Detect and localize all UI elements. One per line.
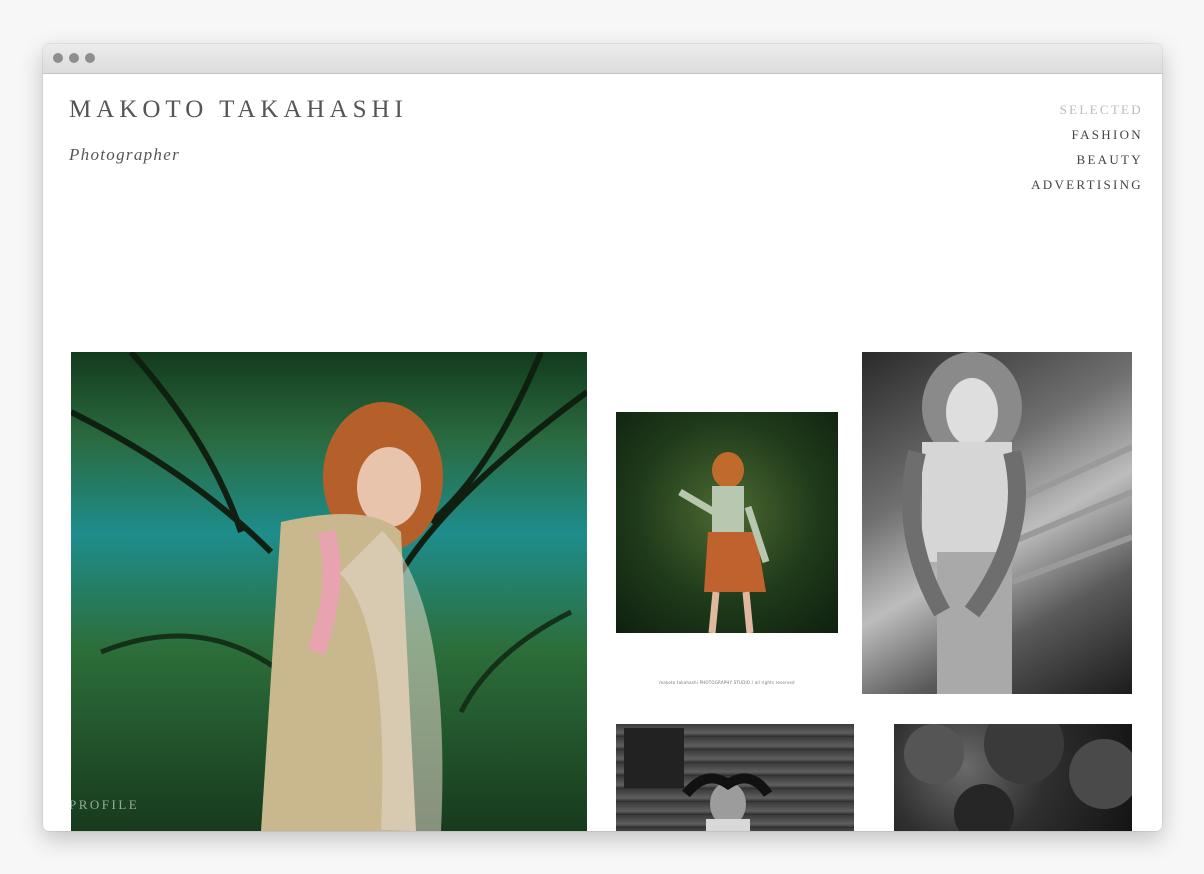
nav-item-fashion[interactable]: FASHION: [1031, 122, 1143, 147]
nav-item-beauty[interactable]: BEAUTY: [1031, 147, 1143, 172]
gallery-photo-plaid-dress-forest[interactable]: [616, 412, 838, 633]
photo-illustration: [71, 352, 587, 831]
site-title[interactable]: MAKOTO TAKAHASHI: [69, 96, 408, 124]
browser-window: MAKOTO TAKAHASHI Photographer SELECTED F…: [43, 44, 1162, 831]
window-minimize-dot-icon[interactable]: [69, 53, 79, 63]
window-maximize-dot-icon[interactable]: [85, 53, 95, 63]
main-nav: SELECTED FASHION BEAUTY ADVERTISING: [1031, 97, 1143, 197]
photo-illustration: [901, 352, 1132, 694]
nav-item-advertising[interactable]: ADVERTISING: [1031, 172, 1143, 197]
photo-illustration: [678, 452, 770, 633]
gallery-photo-bw-log-cabin[interactable]: [616, 724, 854, 831]
gallery-photo-bw-fence[interactable]: [862, 352, 1132, 694]
photo-caption: makoto takahashi PHOTOGRAPHY STUDIO / al…: [659, 680, 795, 685]
footer-profile-link[interactable]: PROFILE: [69, 797, 139, 813]
site-subtitle: Photographer: [69, 145, 180, 164]
photo-illustration: [904, 724, 1132, 831]
nav-item-selected[interactable]: SELECTED: [1031, 97, 1143, 122]
window-close-dot-icon[interactable]: [53, 53, 63, 63]
gallery-photo-red-hair-ruffle-jacket[interactable]: [71, 352, 587, 831]
gallery-photo-bw-trees[interactable]: [894, 724, 1132, 831]
photo-illustration: [624, 728, 773, 831]
window-titlebar: [43, 44, 1162, 74]
